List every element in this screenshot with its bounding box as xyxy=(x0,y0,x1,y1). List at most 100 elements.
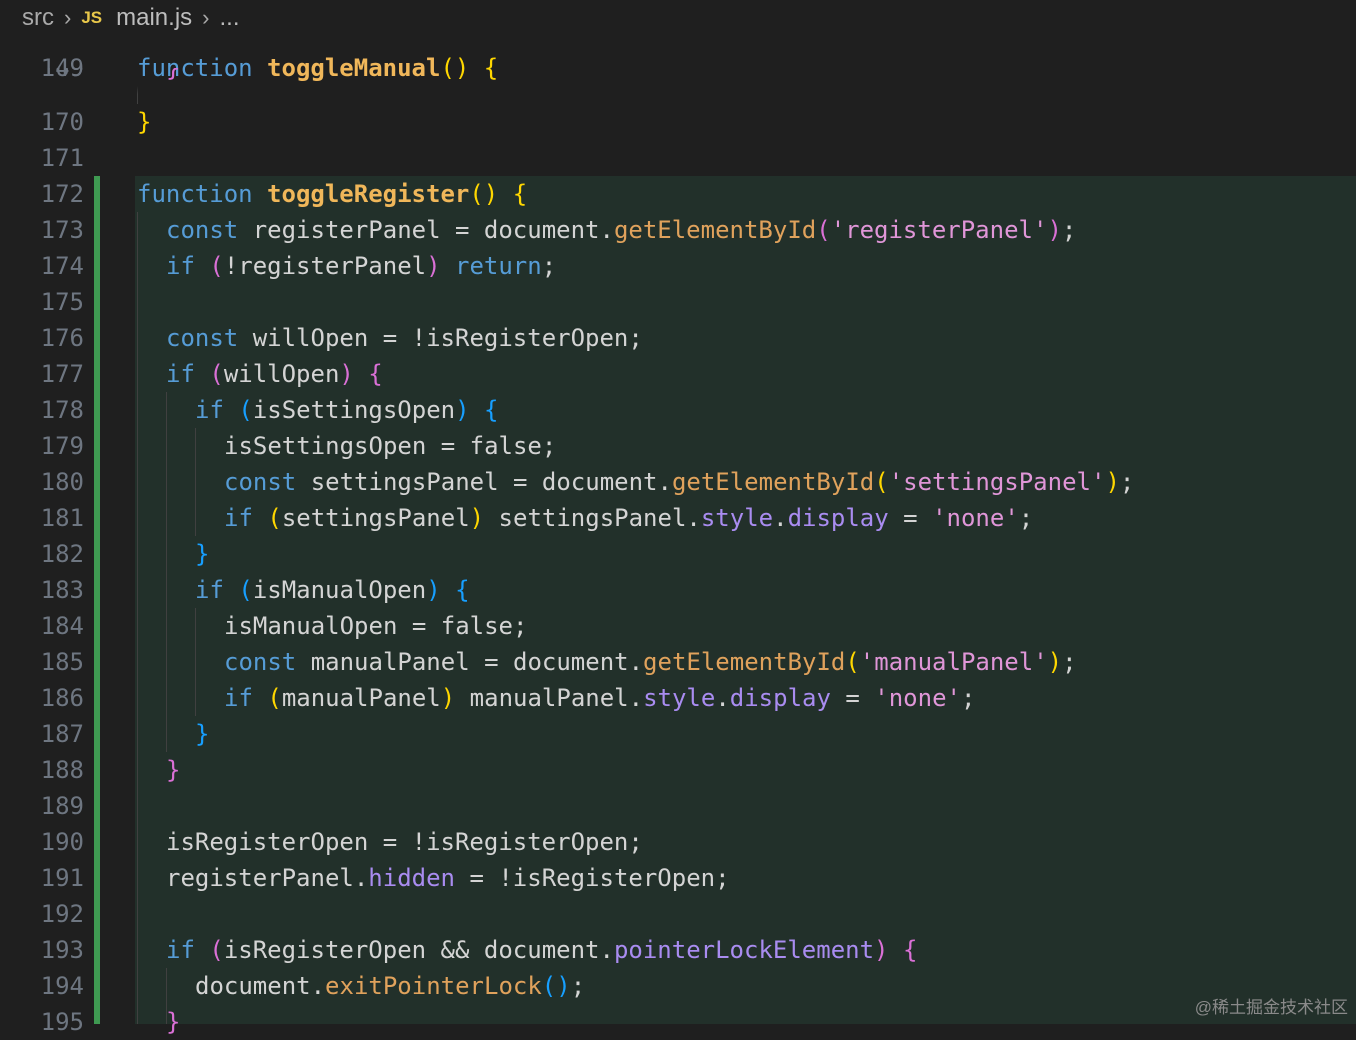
line-number[interactable]: 191 xyxy=(0,860,84,896)
line-number[interactable]: 189 xyxy=(0,788,84,824)
line-number[interactable]: 171 xyxy=(0,140,84,176)
code-text: if (willOpen) { xyxy=(166,356,383,392)
line-number[interactable]: 183 xyxy=(0,572,84,608)
code-token: ( xyxy=(874,468,889,496)
code-line[interactable]: 194 document.exitPointerLock(); xyxy=(0,968,1356,1004)
breadcrumb: src › JS main.js › ... xyxy=(0,0,1356,36)
code-line[interactable]: 188} xyxy=(0,752,1356,788)
code-line[interactable]: 179 isSettingsOpen = false; xyxy=(0,428,1356,464)
code-token: manualPanel. xyxy=(455,684,644,712)
code-line[interactable]: 177 if (willOpen) { xyxy=(0,356,1356,392)
line-number[interactable]: 177 xyxy=(0,356,84,392)
breadcrumb-symbol[interactable]: ... xyxy=(219,4,239,32)
line-number[interactable]: 175 xyxy=(0,284,84,320)
line-number[interactable]: 174 xyxy=(0,248,84,284)
code-line[interactable]: 191 registerPanel.hidden = !isRegisterOpe… xyxy=(0,860,1356,896)
line-number[interactable]: 182 xyxy=(0,536,84,572)
line-number[interactable]: 194 xyxy=(0,968,84,1004)
code-text: isManualOpen = false; xyxy=(224,608,527,644)
code-line[interactable]: 175 xyxy=(0,284,1356,320)
code-line[interactable]: 190 isRegisterOpen = !isRegisterOpen; xyxy=(0,824,1356,860)
code-line[interactable]: 173 const registerPanel = document.getEle… xyxy=(0,212,1356,248)
breadcrumb-file[interactable]: main.js xyxy=(116,4,192,32)
code-token: 'manualPanel' xyxy=(859,648,1048,676)
code-token: isRegisterOpen && document. xyxy=(223,936,614,964)
code-line[interactable]: 181 if (settingsPanel) settingsPanel.styl… xyxy=(0,500,1356,536)
code-line[interactable]: 174 if (!registerPanel) return; xyxy=(0,248,1356,284)
code-token: ) xyxy=(426,252,441,280)
line-number[interactable]: 190 xyxy=(0,824,84,860)
code-line[interactable]: 186 if (manualPanel) manualPanel.style.di… xyxy=(0,680,1356,716)
code-token: () xyxy=(541,972,571,1000)
code-token: isSettingsOpen xyxy=(252,396,456,424)
line-number[interactable]: 187 xyxy=(0,716,84,752)
line-number[interactable]: 185 xyxy=(0,644,84,680)
code-token: getElementById xyxy=(613,216,817,244)
code-token: 'none' xyxy=(874,684,961,712)
code-text: registerPanel.hidden = !isRegisterOpen; xyxy=(166,860,730,896)
code-text: document.exitPointerLock(); xyxy=(195,968,585,1004)
code-line[interactable]: 180 const settingsPanel = document.getEle… xyxy=(0,464,1356,500)
code-token: settingsPanel = document. xyxy=(310,468,672,496)
line-number[interactable]: 179 xyxy=(0,428,84,464)
code-token: isManualOpen xyxy=(252,576,427,604)
code-line[interactable]: 172 function toggleRegister() { xyxy=(0,176,1356,212)
code-token: function xyxy=(137,180,268,208)
breadcrumb-folder[interactable]: src xyxy=(22,4,54,32)
code-token: if xyxy=(224,684,268,712)
line-number[interactable]: 193 xyxy=(0,932,84,968)
line-number[interactable]: 188 xyxy=(0,752,84,788)
line-number[interactable]: 195 xyxy=(0,1004,84,1040)
line-number[interactable]: 178 xyxy=(0,392,84,428)
code-text: if (settingsPanel) settingsPanel.style.d… xyxy=(224,500,1033,536)
line-number[interactable]: 180 xyxy=(0,464,84,500)
code-token: ) xyxy=(440,684,456,712)
code-line[interactable]: 182} xyxy=(0,536,1356,572)
code-line[interactable]: 171 xyxy=(0,140,1356,176)
code-line[interactable]: 184 isManualOpen = false; xyxy=(0,608,1356,644)
code-line[interactable]: 183 if (isManualOpen) { xyxy=(0,572,1356,608)
code-token: ( xyxy=(267,504,282,532)
code-token: . xyxy=(715,684,730,712)
code-line[interactable]: 185 const manualPanel = document.getEleme… xyxy=(0,644,1356,680)
code-token: registerPanel. xyxy=(166,864,369,892)
code-text: if (isSettingsOpen) { xyxy=(195,392,498,428)
line-number[interactable]: 172 xyxy=(0,176,84,212)
line-number[interactable]: 170 xyxy=(0,104,84,140)
code-line[interactable]: 192 xyxy=(0,896,1356,932)
code-line[interactable]: 193 if (isRegisterOpen && document.pointe… xyxy=(0,932,1356,968)
code-line[interactable]: 176 const willOpen = !isRegisterOpen; xyxy=(0,320,1356,356)
line-number[interactable]: 184 xyxy=(0,608,84,644)
code-line[interactable]: 169} xyxy=(0,68,1356,82)
code-token: 'settingsPanel' xyxy=(888,468,1106,496)
code-token: return xyxy=(440,252,542,280)
code-line[interactable]: 187} xyxy=(0,716,1356,752)
code-line[interactable]: 189 xyxy=(0,788,1356,824)
code-line[interactable]: 178 if (isSettingsOpen) { xyxy=(0,392,1356,428)
line-number[interactable]: 176 xyxy=(0,320,84,356)
code-token: = xyxy=(888,504,933,532)
code-line[interactable]: 195} xyxy=(0,1004,1356,1040)
code-token: isSettingsOpen = false; xyxy=(224,432,557,460)
line-number[interactable]: 173 xyxy=(0,212,84,248)
line-number[interactable]: 186 xyxy=(0,680,84,716)
code-token: getElementById xyxy=(671,468,875,496)
code-token: ) { xyxy=(426,576,470,604)
indent-guide xyxy=(166,968,167,1024)
code-token: if xyxy=(195,576,239,604)
line-number[interactable]: 181 xyxy=(0,500,84,536)
code-token: ) { xyxy=(874,936,918,964)
code-token: ; xyxy=(1061,216,1077,244)
code-token: () { xyxy=(469,180,528,208)
code-token: getElementById xyxy=(643,648,846,676)
code-token: ( xyxy=(209,252,224,280)
indent-guide xyxy=(195,428,196,536)
chevron-right-icon: › xyxy=(202,5,210,30)
code-token: const xyxy=(166,324,253,352)
code-token: ; xyxy=(570,972,586,1000)
line-number[interactable]: 192 xyxy=(0,896,84,932)
code-token: pointerLockElement xyxy=(613,936,875,964)
code-line[interactable]: 170} xyxy=(0,104,1356,140)
code-text: } xyxy=(166,1004,180,1040)
code-token: ( xyxy=(238,576,253,604)
